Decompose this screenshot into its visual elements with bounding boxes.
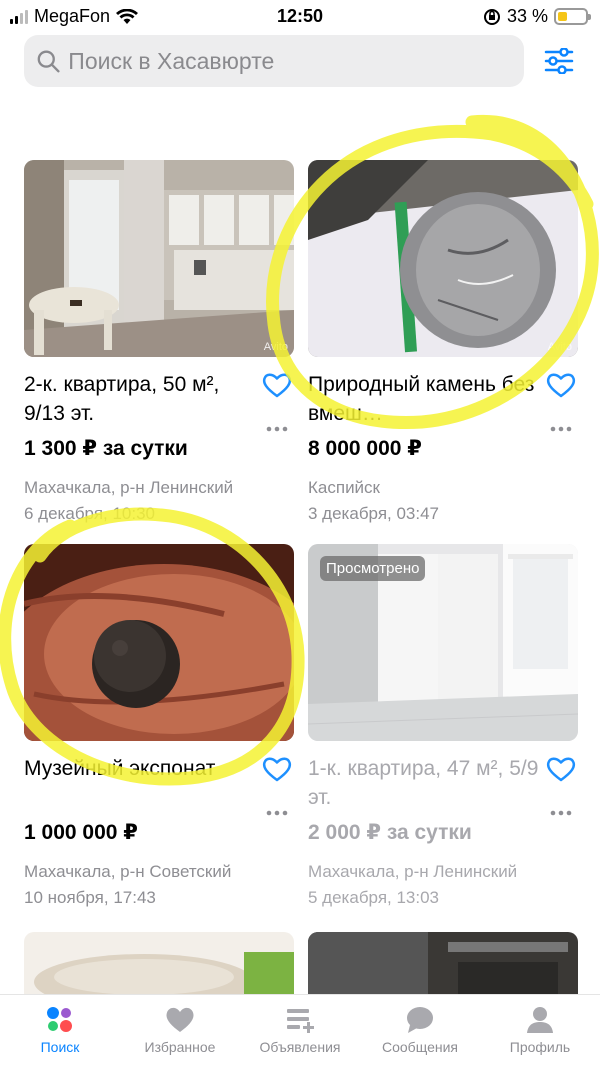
listing-photo: Avito: [24, 160, 294, 357]
listing-title[interactable]: 1-к. квартира, 47 м², 5/9 эт.: [308, 754, 578, 812]
listing-card[interactable]: Музейный экспонат 1 000 000 ₽ Махачкала,…: [24, 544, 294, 911]
watermark: Avito: [547, 341, 572, 353]
listing-price: 1 000 000 ₽: [24, 821, 138, 844]
tab-label: Поиск: [40, 1039, 80, 1055]
listing-date: 10 ноября, 17:43: [24, 888, 156, 907]
listing-date: 5 декабря, 13:03: [308, 888, 440, 907]
filter-sliders-icon: [544, 48, 574, 74]
search-dots-icon: [47, 1007, 72, 1032]
more-options-icon[interactable]: [266, 426, 288, 432]
search-icon: [37, 50, 60, 73]
listing-card[interactable]: Просмотрено 1-к. квартира, 47 м², 5/9 эт…: [308, 544, 578, 911]
listing-date: 6 декабря, 10:30: [24, 504, 156, 523]
tab-label: Сообщения: [382, 1039, 458, 1055]
listing-location: Каспийск: [308, 478, 380, 497]
tab-favorites[interactable]: Избранное: [120, 995, 240, 1066]
more-options-icon[interactable]: [550, 810, 572, 816]
listing-photo: [24, 544, 294, 741]
heart-icon[interactable]: [262, 756, 292, 782]
heart-icon[interactable]: [546, 372, 576, 398]
tab-profile[interactable]: Профиль: [480, 995, 600, 1066]
listing-photo: [24, 932, 294, 1002]
battery-icon: [554, 8, 591, 25]
listing-price: 8 000 000 ₽: [308, 437, 422, 460]
orientation-lock-icon: [483, 8, 500, 25]
more-options-icon[interactable]: [550, 426, 572, 432]
viewed-badge: Просмотрено: [320, 556, 426, 581]
listing-photo: [308, 932, 578, 1002]
listing-location: Махачкала, р-н Ленинский: [24, 478, 234, 497]
tab-label: Избранное: [144, 1039, 216, 1055]
tab-messages[interactable]: Сообщения: [360, 995, 480, 1066]
heart-icon[interactable]: [546, 756, 576, 782]
watermark: Avito: [263, 341, 288, 353]
listing-date: 3 декабря, 03:47: [308, 504, 440, 523]
status-bar: MegaFon 12:50 33 %: [0, 0, 600, 32]
profile-icon: [527, 1007, 553, 1033]
tab-label: Профиль: [509, 1039, 571, 1055]
add-listing-icon: [287, 1009, 314, 1033]
listing-price: 1 300 ₽ за сутки: [24, 437, 188, 460]
search-input[interactable]: [68, 47, 524, 75]
listing-photo: Просмотрено: [308, 544, 578, 741]
listing-card[interactable]: [24, 932, 294, 1002]
filter-button[interactable]: [542, 44, 576, 78]
search-bar[interactable]: [24, 35, 524, 87]
faded-category-row: [30, 86, 570, 142]
chat-bubble-icon: [407, 1007, 433, 1033]
heart-icon: [166, 1007, 194, 1032]
listing-card[interactable]: [308, 932, 578, 1002]
listing-location: Махачкала, р-н Советский: [24, 862, 232, 881]
listing-price: 2 000 ₽ за сутки: [308, 821, 472, 844]
listing-card[interactable]: Avito 2-к. квартира, 50 м², 9/13 эт. 1 3…: [24, 160, 294, 527]
more-options-icon[interactable]: [266, 810, 288, 816]
heart-icon[interactable]: [262, 372, 292, 398]
listing-card[interactable]: Avito Природный камень без вмеш… 8 000 0…: [308, 160, 578, 527]
listing-location: Махачкала, р-н Ленинский: [308, 862, 518, 881]
search-row: [24, 34, 576, 88]
tab-search[interactable]: Поиск: [0, 995, 120, 1066]
listing-title[interactable]: Природный камень без вмеш…: [308, 370, 578, 428]
listing-photo: Avito: [308, 160, 578, 357]
bottom-tab-bar: Поиск Избранное Объявления Сообщения Про…: [0, 994, 600, 1066]
tab-listings[interactable]: Объявления: [240, 995, 360, 1066]
battery-percent: 33 %: [506, 6, 548, 26]
tab-label: Объявления: [259, 1039, 341, 1055]
listing-title[interactable]: Музейный экспонат: [24, 754, 294, 812]
listing-title[interactable]: 2-к. квартира, 50 м², 9/13 эт.: [24, 370, 294, 428]
